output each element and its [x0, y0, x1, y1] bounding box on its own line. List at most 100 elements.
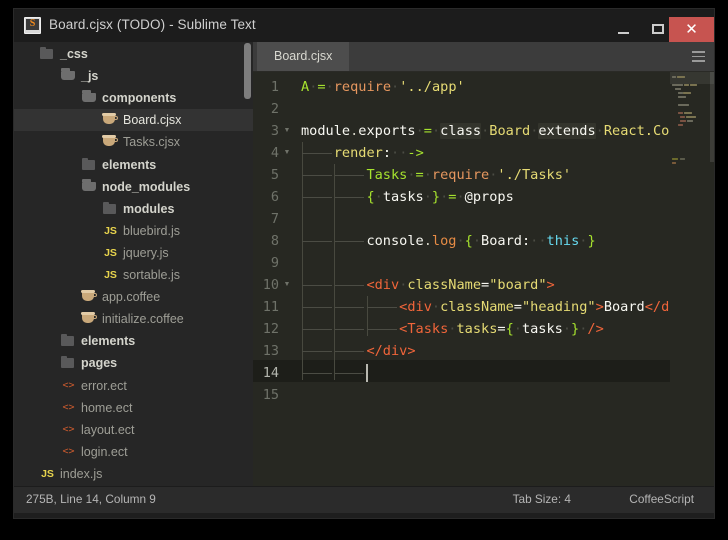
tree-item-tasks-cjsx[interactable]: Tasks.cjsx — [14, 131, 253, 153]
tree-item-label: home.ect — [81, 400, 133, 415]
code-line: console.log·{·Board:··this·} — [366, 233, 596, 249]
code-line: A·=·require·'../app' — [301, 79, 465, 95]
code-line: <div·className="board"> — [366, 277, 555, 293]
ect-icon: <> — [62, 401, 75, 413]
sublime-text-window: Board.cjsx (TODO) - Sublime Text ✕ _css _… — [14, 9, 714, 518]
tab-board-cjsx[interactable]: Board.cjsx — [257, 42, 350, 71]
coffee-icon — [81, 308, 98, 330]
minimap-line — [683, 84, 690, 87]
tree-item-label: _js — [81, 69, 99, 84]
tree-item-label: Board.cjsx — [123, 113, 182, 128]
tree-item-label: initialize.coffee — [102, 312, 184, 327]
indent-dash — [302, 175, 332, 176]
minimap-line — [680, 120, 687, 123]
folder-closed-icon — [82, 154, 98, 176]
tree-item-label: modules — [123, 201, 175, 216]
tree-item-login-ect[interactable]: <> login.ect — [14, 441, 253, 463]
tree-item-label: sortable.js — [123, 268, 180, 282]
close-icon: ✕ — [685, 20, 698, 38]
minimap-line — [680, 116, 686, 119]
code-area[interactable]: 1 2 3 ▼ 4 ▼ 5 6 7 8 9 10 ▼ 11 12 13 14 15 A·=·require·'..… — [253, 72, 714, 486]
minimize-button[interactable] — [606, 17, 642, 41]
tree-item-label: layout.ect — [81, 422, 135, 437]
js-icon: JS — [104, 246, 117, 259]
tree-item-index-js[interactable]: JS index.js — [14, 463, 253, 485]
tree-item-elements[interactable]: elements — [14, 154, 253, 176]
tree-item-components[interactable]: components — [14, 87, 253, 109]
tree-item-jquery-js[interactable]: JS jquery.js — [14, 242, 253, 264]
tree-item-layout-ect[interactable]: <> layout.ect — [14, 419, 253, 441]
js-icon: JS — [104, 224, 117, 237]
tree-item-app-coffee[interactable]: app.coffee — [14, 286, 253, 308]
indent-guide — [366, 296, 368, 336]
indent-dash — [334, 373, 365, 374]
title-bar[interactable]: Board.cjsx (TODO) - Sublime Text ✕ — [14, 9, 714, 42]
minimap-line — [690, 84, 698, 87]
indent-dash — [302, 153, 332, 154]
tree-item-sortable-js[interactable]: JS sortable.js — [14, 264, 253, 286]
tree-item-label: bluebird.js — [123, 223, 180, 238]
hamburger-menu-icon[interactable] — [692, 51, 705, 62]
indent-dash — [334, 329, 365, 330]
tree-item-label: _css — [60, 47, 88, 61]
tree-item--js[interactable]: _js — [14, 65, 253, 87]
indent-guide — [301, 142, 303, 380]
status-tab-size[interactable]: Tab Size: 4 — [513, 492, 571, 506]
folder-closed-icon — [103, 198, 119, 220]
indent-dash — [302, 373, 332, 374]
sublime-text-icon — [24, 17, 41, 34]
minimap-line — [672, 162, 676, 165]
tab-bar: Board.cjsx — [253, 42, 714, 72]
status-cursor-position: 275B, Line 14, Column 9 — [26, 492, 156, 506]
tree-item-label: index.js — [60, 466, 103, 481]
tree-item-board-cjsx[interactable]: Board.cjsx — [14, 109, 253, 132]
tree-item-modules[interactable]: modules — [14, 198, 253, 220]
indent-dash — [334, 285, 365, 286]
file-tree-sidebar[interactable]: _css _js components Board.cjsx Tasks.cjsx ele… — [14, 42, 253, 486]
folder-closed-icon — [61, 330, 77, 352]
indent-dash — [334, 351, 365, 352]
sidebar-scrollbar[interactable] — [244, 43, 251, 99]
js-icon: JS — [41, 467, 54, 480]
folder-open-icon — [61, 65, 77, 87]
minimap-line — [678, 92, 683, 95]
tree-item-home-ect[interactable]: <> home.ect — [14, 397, 253, 419]
minimap-line — [678, 112, 684, 115]
tree-item-label: components — [102, 91, 177, 106]
indent-dash — [302, 241, 332, 242]
tree-item-bluebird-js[interactable]: JS bluebird.js — [14, 220, 253, 242]
code-line: <div·className="heading">Board</di — [399, 299, 678, 315]
tree-item-elements[interactable]: elements — [14, 330, 253, 352]
code-line: module.exports·=·class·Board·extends·Rea… — [301, 123, 678, 139]
tree-item-label: elements — [81, 334, 136, 349]
tree-item-node-modules[interactable]: node_modules — [14, 176, 253, 198]
minimap-line — [678, 124, 683, 127]
close-button[interactable]: ✕ — [669, 17, 714, 42]
indent-dash — [302, 329, 332, 330]
minimap-line — [686, 116, 697, 119]
folder-closed-icon — [61, 352, 77, 374]
indent-dash — [334, 175, 365, 176]
status-syntax-mode[interactable]: CoffeeScript — [629, 492, 694, 506]
code-line: </div> — [366, 343, 416, 359]
coffee-icon — [102, 109, 119, 131]
tree-item--css[interactable]: _css — [14, 43, 253, 65]
indent-dash — [334, 197, 365, 198]
tree-item-label: login.ect — [81, 444, 128, 459]
minimize-icon — [618, 32, 629, 34]
tree-item-error-ect[interactable]: <> error.ect — [14, 375, 253, 397]
tree-item-pages[interactable]: pages — [14, 352, 253, 374]
minimap-line — [680, 158, 685, 161]
ect-icon: <> — [62, 423, 75, 435]
minimap[interactable] — [670, 72, 714, 486]
maximize-icon — [652, 24, 664, 34]
tree-item-initialize-coffee[interactable]: initialize.coffee — [14, 308, 253, 330]
indent-dash — [334, 241, 365, 242]
indent-dash — [302, 351, 332, 352]
code-line: render:··-> — [333, 145, 424, 161]
coffee-icon — [102, 131, 119, 153]
editor-scrollbar[interactable] — [710, 72, 714, 162]
window-title: Board.cjsx (TODO) - Sublime Text — [49, 17, 256, 32]
indent-dash — [302, 197, 332, 198]
coffee-icon — [81, 286, 98, 308]
